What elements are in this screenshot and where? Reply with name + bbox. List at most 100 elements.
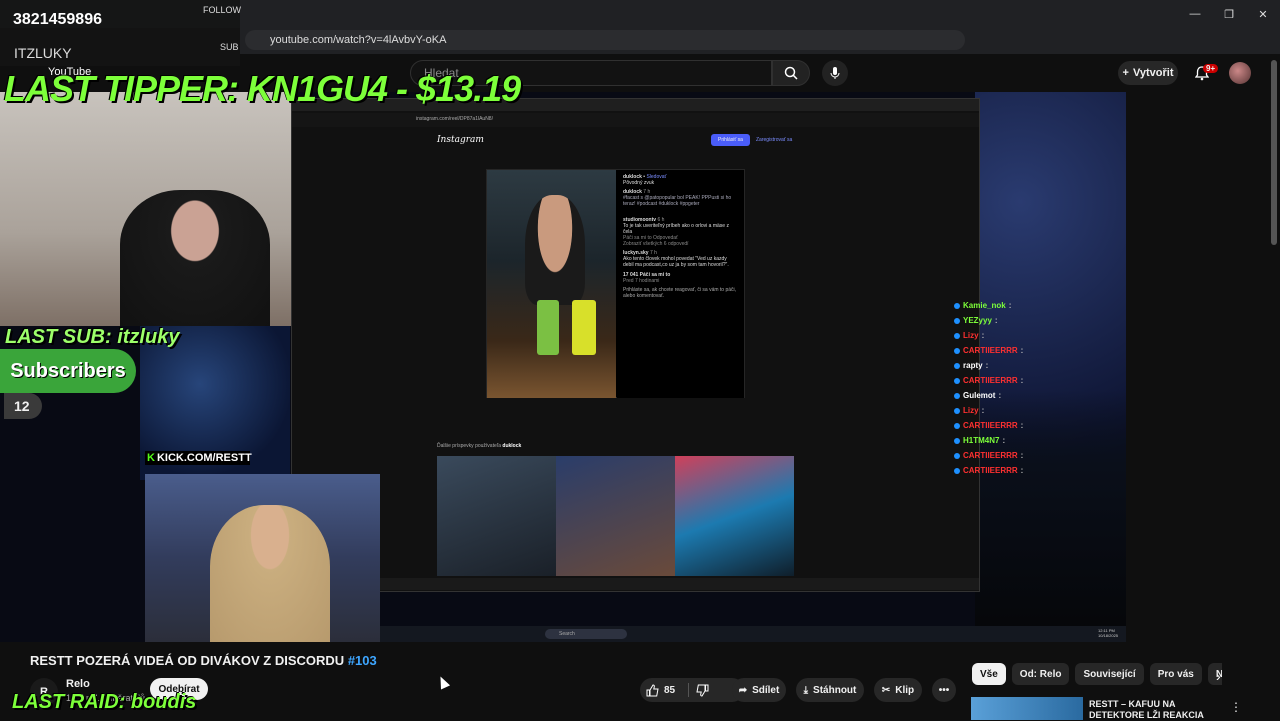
clip-button[interactable]: ✂ Klip	[874, 678, 922, 702]
chat-message: CARTIIEERRR:	[954, 343, 1064, 358]
chat-username: H1TM4N7	[963, 436, 1000, 445]
streamer-person	[120, 190, 270, 326]
like-button[interactable]: 85	[640, 678, 744, 702]
chat-message: YEZyyy:	[954, 313, 1064, 328]
chat-badge-icon	[954, 302, 960, 309]
search-button[interactable]	[772, 60, 810, 86]
chat-separator: :	[985, 361, 989, 370]
scrollbar[interactable]	[1271, 60, 1277, 245]
minimize-button[interactable]: —	[1178, 0, 1212, 28]
ig-register-link: Zaregistrovať sa	[756, 137, 793, 143]
maximize-button[interactable]: ❐	[1212, 0, 1246, 28]
chat-separator: :	[1020, 466, 1024, 475]
last-tipper-banner: LAST TIPPER: KN1GU4 - $13.19	[4, 68, 521, 109]
green-can	[537, 300, 559, 355]
dislike-button[interactable]	[693, 681, 711, 699]
chat-username: rapty	[963, 361, 983, 370]
like-count: 85	[664, 684, 676, 696]
chip-related[interactable]: Související	[1075, 663, 1144, 685]
thumbs-up-icon	[646, 683, 659, 696]
clip-label: Klip	[895, 684, 915, 696]
url-text: youtube.com/watch?v=4lAvbvY-oKA	[270, 34, 447, 46]
chat-message: CARTIIEERRR:	[954, 463, 1064, 478]
more-icon: •••	[938, 684, 950, 696]
chat-badge-icon	[954, 392, 960, 399]
chat-message: Lizy:	[954, 403, 1064, 418]
subscribers-badge: Subscribers	[0, 349, 136, 393]
chat-message: Kamie_nok:	[954, 298, 1064, 313]
more-actions-button[interactable]: •••	[932, 678, 956, 702]
kick-label: KICK.COM/RESTT	[156, 452, 252, 464]
chat-username: CARTIIEERRR	[963, 346, 1018, 355]
address-bar[interactable]: youtube.com/watch?v=4lAvbvY-oKA	[245, 30, 965, 50]
chip-all[interactable]: Vše	[972, 663, 1006, 685]
more-vert-icon[interactable]: ⋮	[1230, 700, 1242, 714]
chip-from-channel[interactable]: Od: Relo	[1011, 663, 1070, 685]
chat-message: CARTIIEERRR:	[954, 373, 1064, 388]
share-button[interactable]: ➦ Sdílet	[732, 678, 786, 702]
ig-sound: Pôvodný zvuk	[623, 180, 655, 186]
follow-number: 3821459896	[13, 11, 102, 28]
video-hashtag[interactable]: #103	[348, 653, 377, 668]
chat-username: CARTIIEERRR	[963, 466, 1018, 475]
last-sub-banner: LAST SUB: itzluky	[5, 326, 180, 348]
recommended-title[interactable]: RESTT – KAFUU NA DETEKTORE LŽI REAKCIA	[1089, 699, 1214, 721]
search-icon	[784, 66, 798, 80]
channel-name[interactable]: Relo	[66, 678, 90, 690]
share-label: Sdílet	[752, 684, 780, 696]
chat-separator: :	[1008, 301, 1012, 310]
chat-badge-icon	[954, 467, 960, 474]
chat-badge-icon	[954, 332, 960, 339]
download-button[interactable]: ⤓ Stáhnout	[796, 678, 864, 702]
notification-badge: 9+	[1203, 64, 1219, 73]
create-button[interactable]: + Vytvořit	[1118, 61, 1178, 85]
inner-browser-addressbar	[292, 113, 979, 127]
chat-username: CARTIIEERRR	[963, 451, 1018, 460]
ig-comment1-replies: Zobraziť všetkých 6 odpovedí	[623, 241, 689, 247]
ig-comment2-text: Ako tento človek mohol povedat "Ved uz k…	[623, 256, 729, 268]
like-divider	[688, 683, 689, 697]
guest-person	[210, 505, 330, 642]
latest-sub-name: ITZLUKY	[14, 45, 72, 61]
chat-separator: :	[998, 391, 1002, 400]
close-button[interactable]: ✕	[1246, 0, 1280, 28]
chat-username: Lizy	[963, 406, 979, 415]
window-controls: — ❐ ✕	[1178, 0, 1280, 28]
ig-posted: Pred 7 hodinami	[623, 278, 660, 284]
os-search-box: Search	[545, 629, 627, 639]
instagram-logo: Instagram	[437, 135, 484, 145]
ig-more-posts-text: Ďalšie príspevky používateľa	[437, 443, 501, 449]
chat-separator: :	[1020, 376, 1024, 385]
ig-reel-person	[525, 195, 585, 305]
chat-username: Lizy	[963, 331, 979, 340]
sub-label: SUB	[220, 42, 239, 52]
ig-comment1-text: To je tak uveriteľný príbeh ako o orlovi…	[623, 223, 729, 235]
chat-separator: :	[1020, 451, 1024, 460]
inner-browser-statusbar	[292, 578, 979, 590]
chevron-right-icon[interactable]: ›	[1216, 668, 1221, 684]
chat-badge-icon	[954, 437, 960, 444]
chat-badge-icon	[954, 377, 960, 384]
chat-username: CARTIIEERRR	[963, 376, 1018, 385]
scissors-icon: ✂	[881, 684, 891, 696]
kick-banner: K KICK.COM/RESTT	[145, 451, 252, 465]
chat-separator: :	[994, 316, 998, 325]
chat-username: Gulemot	[963, 391, 996, 400]
mouse-cursor	[435, 674, 451, 690]
chat-badge-icon	[954, 317, 960, 324]
voice-search-button[interactable]	[822, 60, 848, 86]
download-label: Stáhnout	[813, 684, 857, 696]
account-avatar[interactable]	[1229, 62, 1251, 84]
follow-label: FOLLOW	[203, 5, 242, 15]
chat-badge-icon	[954, 362, 960, 369]
recommended-thumbnail[interactable]	[971, 697, 1083, 720]
share-icon: ➦	[738, 684, 748, 696]
last-raid-banner: LAST RAID: boudis	[12, 691, 197, 713]
chat-badge-icon	[954, 422, 960, 429]
chat-username: Kamie_nok	[963, 301, 1006, 310]
chat-message: rapty:	[954, 358, 1064, 373]
os-clock-date: 10/18/2025	[1098, 633, 1119, 638]
os-taskbar	[380, 626, 1126, 642]
os-search-text: Search	[559, 631, 575, 637]
chip-for-you[interactable]: Pro vás	[1149, 663, 1202, 685]
